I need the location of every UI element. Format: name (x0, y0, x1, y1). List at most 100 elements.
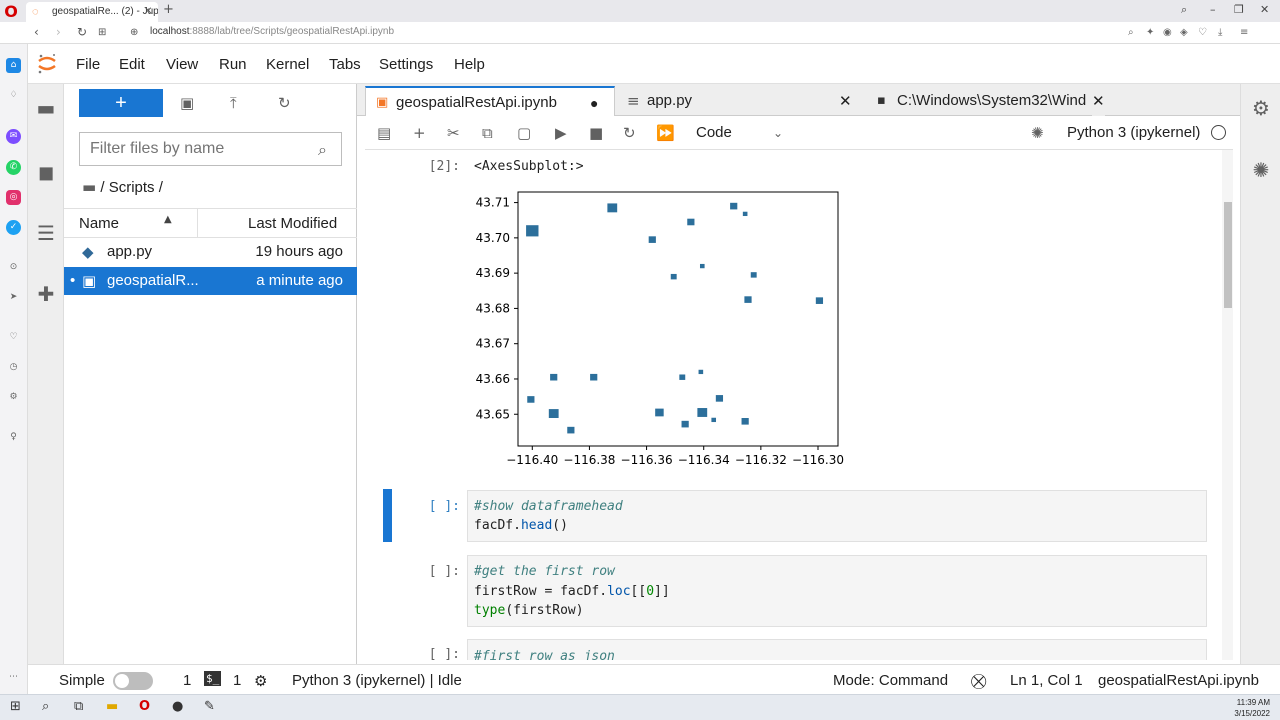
opera-logo-icon[interactable]: O (3, 4, 19, 20)
name-column-header[interactable]: Name (79, 215, 119, 232)
trusted-icon[interactable]: ⛒ (971, 672, 986, 690)
menu-edit[interactable]: Edit (119, 56, 145, 73)
toc-icon[interactable]: ☰ (34, 221, 58, 245)
menu-file[interactable]: File (76, 56, 100, 73)
system-clock[interactable]: 11:39 AM 3/15/2022 (1234, 697, 1270, 719)
history-icon[interactable]: ◷ (6, 360, 21, 375)
paste-icon[interactable]: ▢ (517, 124, 531, 142)
tab-notebook[interactable]: ▣ geospatialRestApi.ipynb ● (365, 86, 615, 116)
menu-settings[interactable]: Settings (379, 56, 433, 73)
opera-taskbar-icon[interactable]: O (139, 699, 150, 714)
favorites-icon[interactable]: ♡ (6, 330, 21, 345)
running-icon[interactable]: ◼ (34, 160, 58, 184)
reload-icon[interactable]: ↻ (77, 25, 87, 39)
heart-icon[interactable]: ♡ (1198, 27, 1207, 38)
restart-icon[interactable]: ↻ (623, 124, 636, 142)
maximize-icon[interactable]: ❐ (1234, 3, 1244, 16)
close-icon[interactable]: ✕ (839, 86, 852, 116)
code-cell-input[interactable]: #first row as json (467, 639, 1207, 660)
insert-cell-icon[interactable]: + (413, 124, 426, 142)
new-tab-icon[interactable]: + (163, 2, 174, 17)
menu-view[interactable]: View (166, 56, 198, 73)
menu-kernel[interactable]: Kernel (266, 56, 309, 73)
zoom-icon[interactable]: ⌕ (1128, 27, 1134, 38)
download-icon[interactable]: ⤓ (1218, 27, 1222, 38)
menu-icon[interactable]: ≡ (1240, 27, 1248, 38)
last-modified-column-header[interactable]: Last Modified (248, 215, 337, 232)
terminal-icon[interactable]: $_ (204, 671, 222, 686)
github-icon[interactable]: ● (172, 699, 183, 714)
extension-icon[interactable]: ✦ (1146, 27, 1154, 38)
close-icon[interactable]: ✕ (1092, 86, 1105, 116)
kernels-count[interactable]: 1 (233, 672, 241, 689)
instagram-icon[interactable]: ◎ (6, 190, 21, 205)
file-row[interactable]: ◆ app.py 19 hours ago (64, 238, 357, 266)
camera-icon[interactable]: ◉ (1163, 27, 1172, 38)
close-window-icon[interactable]: ✕ (1260, 3, 1269, 16)
kernel-status-text[interactable]: Python 3 (ipykernel) | Idle (292, 672, 462, 689)
minimize-icon[interactable]: – (1210, 3, 1216, 16)
settings-icon[interactable]: ⚙ (6, 390, 21, 405)
refresh-icon[interactable]: ↻ (278, 94, 291, 112)
whatsapp-icon[interactable]: ✆ (6, 160, 21, 175)
extension-manager-icon[interactable]: ✚ (34, 282, 58, 306)
browser-tab[interactable]: ◌ geospatialRe... (2) - Jupyte ✕ (26, 2, 158, 22)
forward-icon[interactable]: › (56, 25, 61, 39)
player-icon[interactable]: ⊙ (6, 260, 21, 275)
upload-icon[interactable]: ⤒ (230, 94, 237, 112)
cut-icon[interactable]: ✂ (447, 124, 460, 142)
file-explorer-icon[interactable]: ▬ (106, 699, 118, 714)
new-folder-icon[interactable]: ▣ (180, 94, 194, 112)
site-info-icon[interactable]: ⊕ (130, 27, 138, 38)
new-launcher-button[interactable]: + (79, 89, 163, 117)
kernel-chip-icon[interactable]: ⚙ (254, 672, 267, 690)
menu-tabs[interactable]: Tabs (329, 56, 361, 73)
more-icon[interactable]: ⋯ (6, 670, 21, 685)
code-cell-input[interactable]: #get the first row firstRow = facDf.loc[… (467, 555, 1207, 627)
simple-mode-toggle[interactable] (113, 672, 153, 690)
cell-type-select[interactable]: Code (696, 124, 732, 141)
copy-icon[interactable]: ⧉ (482, 124, 493, 142)
kernel-name[interactable]: Python 3 (ipykernel) (1067, 124, 1200, 141)
menu-help[interactable]: Help (454, 56, 485, 73)
unsaved-dot-icon[interactable]: ● (590, 88, 598, 116)
home-icon[interactable]: ⌂ (6, 58, 21, 73)
back-icon[interactable]: ‹ (34, 25, 39, 39)
task-view-icon[interactable]: ⧉ (74, 699, 83, 714)
property-inspector-icon[interactable]: ⚙ (1249, 96, 1273, 120)
scrollbar-thumb[interactable] (1224, 202, 1232, 308)
filter-files-input[interactable] (79, 132, 342, 166)
bulb-icon[interactable]: ♀ (6, 430, 21, 445)
save-icon[interactable]: ▤ (377, 124, 391, 142)
debugger-icon[interactable]: ✺ (1031, 124, 1044, 142)
file-modified: 19 hours ago (255, 243, 343, 260)
crown-icon[interactable]: ♢ (6, 88, 21, 103)
code-cell-input[interactable]: #show dataframehead facDf.head() (467, 490, 1207, 542)
twitter-icon[interactable]: ✓ (6, 220, 21, 235)
cursor-position[interactable]: Ln 1, Col 1 (1010, 672, 1083, 689)
speed-dial-icon[interactable]: ⊞ (98, 27, 106, 38)
shield-icon[interactable]: ◈ (1180, 27, 1188, 38)
send-icon[interactable]: ➤ (6, 290, 21, 305)
chevron-down-icon[interactable]: ⌄ (773, 126, 783, 140)
stop-icon[interactable]: ■ (589, 124, 603, 142)
search-icon[interactable]: ⌕ (42, 699, 49, 714)
debugger-icon[interactable]: ✺ (1249, 158, 1273, 182)
notebook-scrollbar[interactable] (1222, 150, 1233, 660)
notepad-icon[interactable]: ✎ (204, 699, 215, 714)
tab-terminal[interactable]: ▪ C:\Windows\System32\Wind ✕ (867, 86, 1117, 116)
file-row-selected[interactable]: • ▣ geospatialR... a minute ago (64, 267, 357, 295)
windows-start-icon[interactable]: ⊞ (10, 699, 21, 714)
restart-run-all-icon[interactable]: ⏩ (656, 124, 675, 142)
folder-icon[interactable]: ▬ (34, 96, 58, 120)
run-icon[interactable]: ▶ (555, 124, 567, 142)
terminals-count[interactable]: 1 (183, 672, 191, 689)
menu-run[interactable]: Run (219, 56, 247, 73)
messenger-icon[interactable]: ✉ (6, 129, 21, 144)
close-tab-icon[interactable]: ✕ (144, 2, 152, 22)
breadcrumb[interactable]: ▬ / Scripts / (82, 178, 163, 196)
facility-polygon (699, 263, 705, 269)
tab-app-py[interactable]: ≡ app.py ✕ (617, 86, 863, 116)
search-tabs-icon[interactable]: ⌕ (1181, 3, 1187, 17)
url-field[interactable]: localhost:8888/lab/tree/Scripts/geospati… (150, 26, 394, 37)
